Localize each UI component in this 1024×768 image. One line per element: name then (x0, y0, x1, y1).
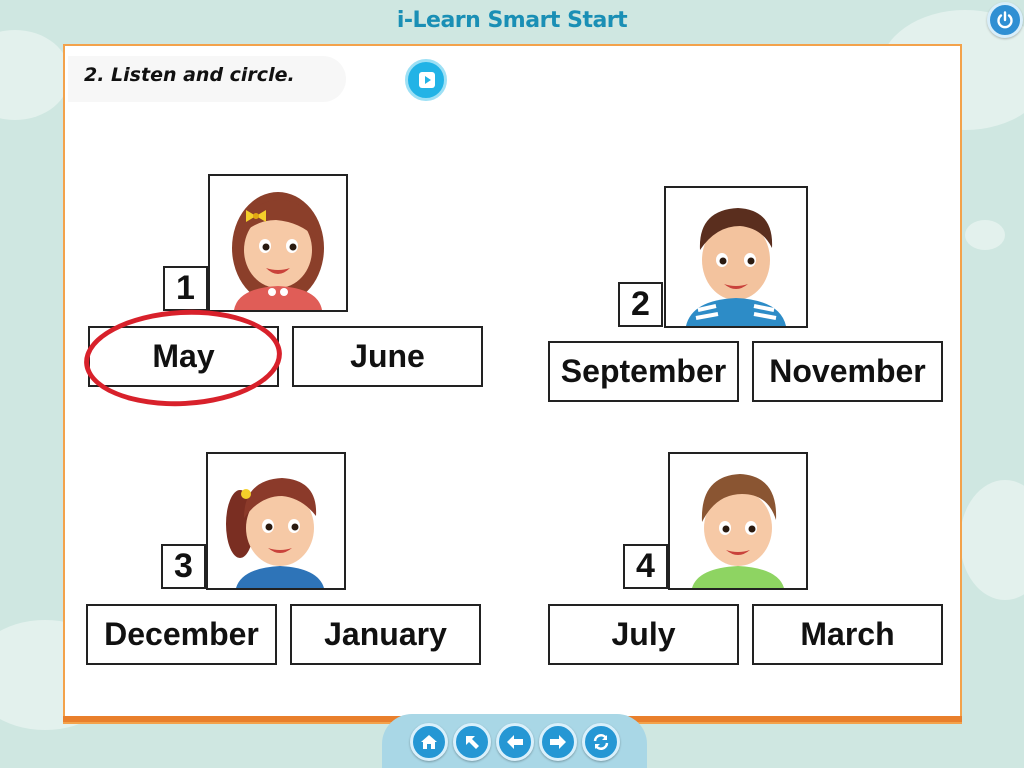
girl-ponytail-image (226, 478, 324, 588)
option-july[interactable]: July (548, 604, 739, 665)
person-photo-3 (206, 452, 346, 590)
forward-arrow-icon (550, 735, 566, 749)
person-photo-1 (208, 174, 348, 312)
question-number-4: 4 (623, 544, 668, 589)
person-photo-4 (668, 452, 808, 590)
question-number-1: 1 (163, 266, 208, 311)
play-icon (419, 72, 435, 88)
background-cloud (0, 30, 70, 120)
exercise-instruction: 2. Listen and circle. (84, 64, 295, 86)
refresh-button[interactable] (582, 723, 620, 761)
option-september[interactable]: September (548, 341, 739, 402)
girl-with-bow-image (232, 192, 324, 310)
background-cloud (965, 220, 1005, 250)
boy-green-shirt-image (692, 474, 784, 588)
play-audio-button[interactable] (405, 59, 447, 101)
next-button[interactable] (539, 723, 577, 761)
home-button[interactable] (410, 723, 448, 761)
person-photo-2 (664, 186, 808, 328)
option-november[interactable]: November (752, 341, 943, 402)
option-december[interactable]: December (86, 604, 277, 665)
home-icon (421, 735, 437, 749)
boy-striped-shirt-image (686, 208, 786, 326)
background-cloud (960, 480, 1024, 600)
option-march[interactable]: March (752, 604, 943, 665)
refresh-icon (593, 734, 609, 750)
power-button[interactable] (987, 2, 1023, 38)
up-left-arrow-icon (466, 736, 479, 749)
option-january[interactable]: January (290, 604, 481, 665)
app-title: i-Learn Smart Start (396, 8, 628, 33)
option-june[interactable]: June (292, 326, 483, 387)
back-arrow-icon (507, 735, 523, 749)
menu-button[interactable] (453, 723, 491, 761)
question-number-3: 3 (161, 544, 206, 589)
previous-button[interactable] (496, 723, 534, 761)
question-number-2: 2 (618, 282, 663, 327)
power-icon (997, 11, 1013, 29)
